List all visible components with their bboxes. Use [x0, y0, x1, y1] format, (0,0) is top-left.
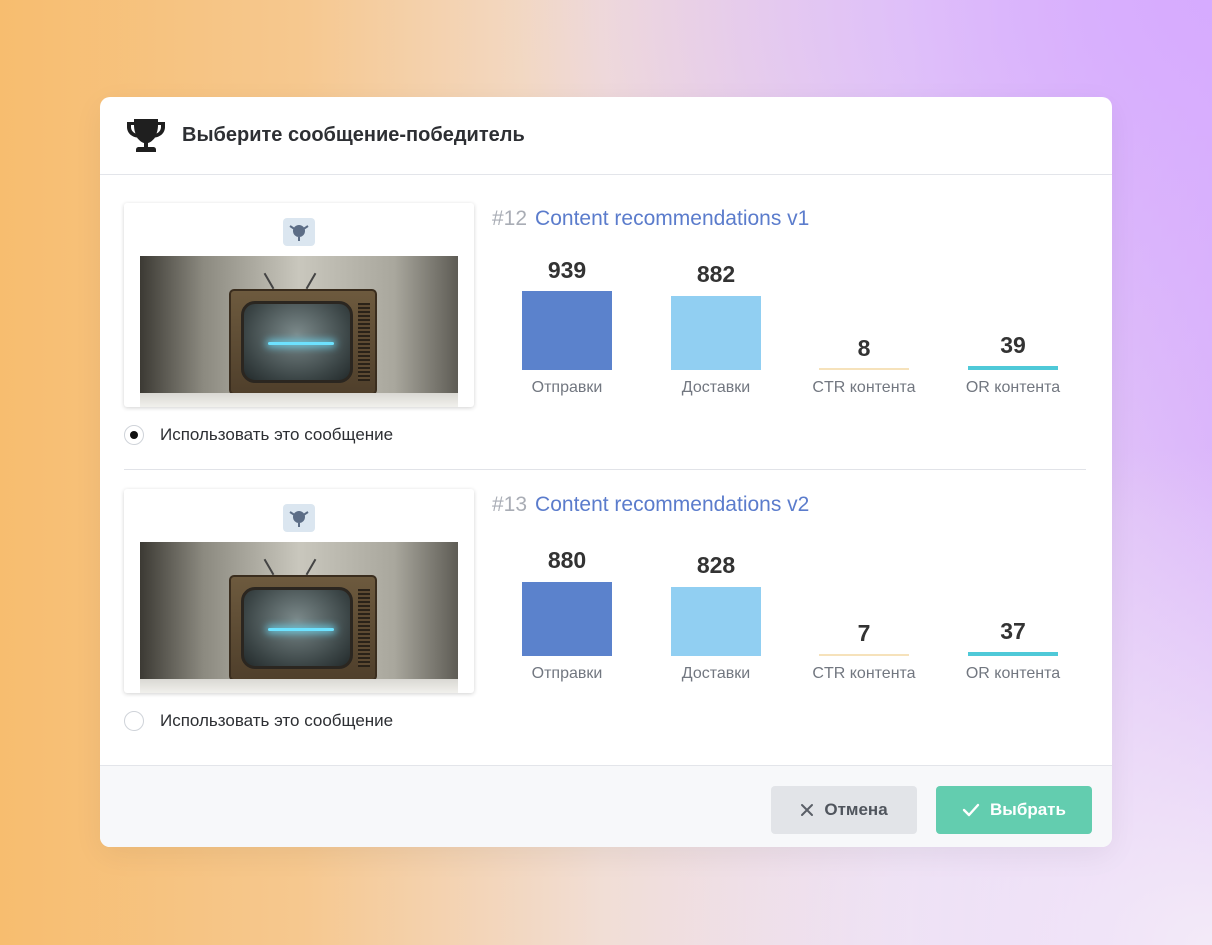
use-message-radio-row[interactable]: Использовать это сообщение — [124, 425, 393, 445]
brand-logo-icon — [283, 504, 315, 532]
metric-bar — [522, 582, 612, 656]
metric-bar — [968, 652, 1058, 656]
select-button[interactable]: Выбрать — [936, 786, 1092, 834]
metric-deliveries: 828 Доставки — [661, 489, 771, 699]
metric-value: 880 — [547, 547, 587, 573]
options-divider — [124, 469, 1086, 470]
metric-bar — [671, 587, 761, 656]
dialog-footer: Отмена Выбрать — [100, 765, 1112, 847]
metric-bar — [522, 291, 612, 370]
message-preview[interactable] — [124, 489, 474, 693]
metric-sends: 939 Отправки — [512, 203, 622, 413]
check-icon — [962, 803, 980, 817]
metric-value: 7 — [857, 620, 871, 646]
use-message-radio[interactable] — [124, 711, 144, 731]
cancel-label: Отмена — [824, 800, 888, 819]
metric-ctr: 7 CTR контента — [809, 489, 919, 699]
message-preview[interactable] — [124, 203, 474, 407]
winner-dialog: Выберите сообщение-победитель #12 Content… — [100, 97, 1112, 847]
metric-label: OR контента — [965, 665, 1061, 682]
metric-or: 37 OR контента — [958, 489, 1068, 699]
metric-bar — [968, 366, 1058, 370]
metric-label: Доставки — [681, 665, 751, 682]
metric-ctr: 8 CTR контента — [809, 203, 919, 413]
tv-photo — [140, 256, 458, 407]
metric-or: 39 OR контента — [958, 203, 1068, 413]
metric-value: 37 — [1000, 618, 1026, 644]
cancel-button[interactable]: Отмена — [771, 786, 917, 834]
metric-label: OR контента — [965, 379, 1061, 396]
metric-label: CTR контента — [812, 665, 916, 682]
close-icon — [800, 803, 814, 817]
metric-bar — [671, 296, 761, 370]
metric-label: Доставки — [681, 379, 751, 396]
select-label: Выбрать — [990, 800, 1066, 819]
metric-bar — [819, 368, 909, 370]
metric-value: 39 — [1000, 332, 1026, 358]
metric-label: Отправки — [531, 665, 603, 682]
radio-selected-dot — [130, 431, 138, 439]
use-message-radio-row[interactable]: Использовать это сообщение — [124, 711, 393, 731]
metric-label: Отправки — [531, 379, 603, 396]
brand-logo-icon — [283, 218, 315, 246]
metric-label: CTR контента — [812, 379, 916, 396]
metric-bar — [819, 654, 909, 656]
metric-value: 882 — [696, 261, 736, 287]
metric-deliveries: 882 Доставки — [661, 203, 771, 413]
trophy-icon — [124, 116, 168, 156]
metric-value: 828 — [696, 552, 736, 578]
use-message-label[interactable]: Использовать это сообщение — [160, 425, 393, 445]
metric-value: 939 — [547, 257, 587, 283]
tv-photo — [140, 542, 458, 693]
metric-value: 8 — [857, 335, 871, 361]
metric-sends: 880 Отправки — [512, 489, 622, 699]
use-message-radio[interactable] — [124, 425, 144, 445]
dialog-header: Выберите сообщение-победитель — [100, 97, 1112, 175]
dialog-title: Выберите сообщение-победитель — [182, 124, 525, 146]
use-message-label[interactable]: Использовать это сообщение — [160, 711, 393, 731]
